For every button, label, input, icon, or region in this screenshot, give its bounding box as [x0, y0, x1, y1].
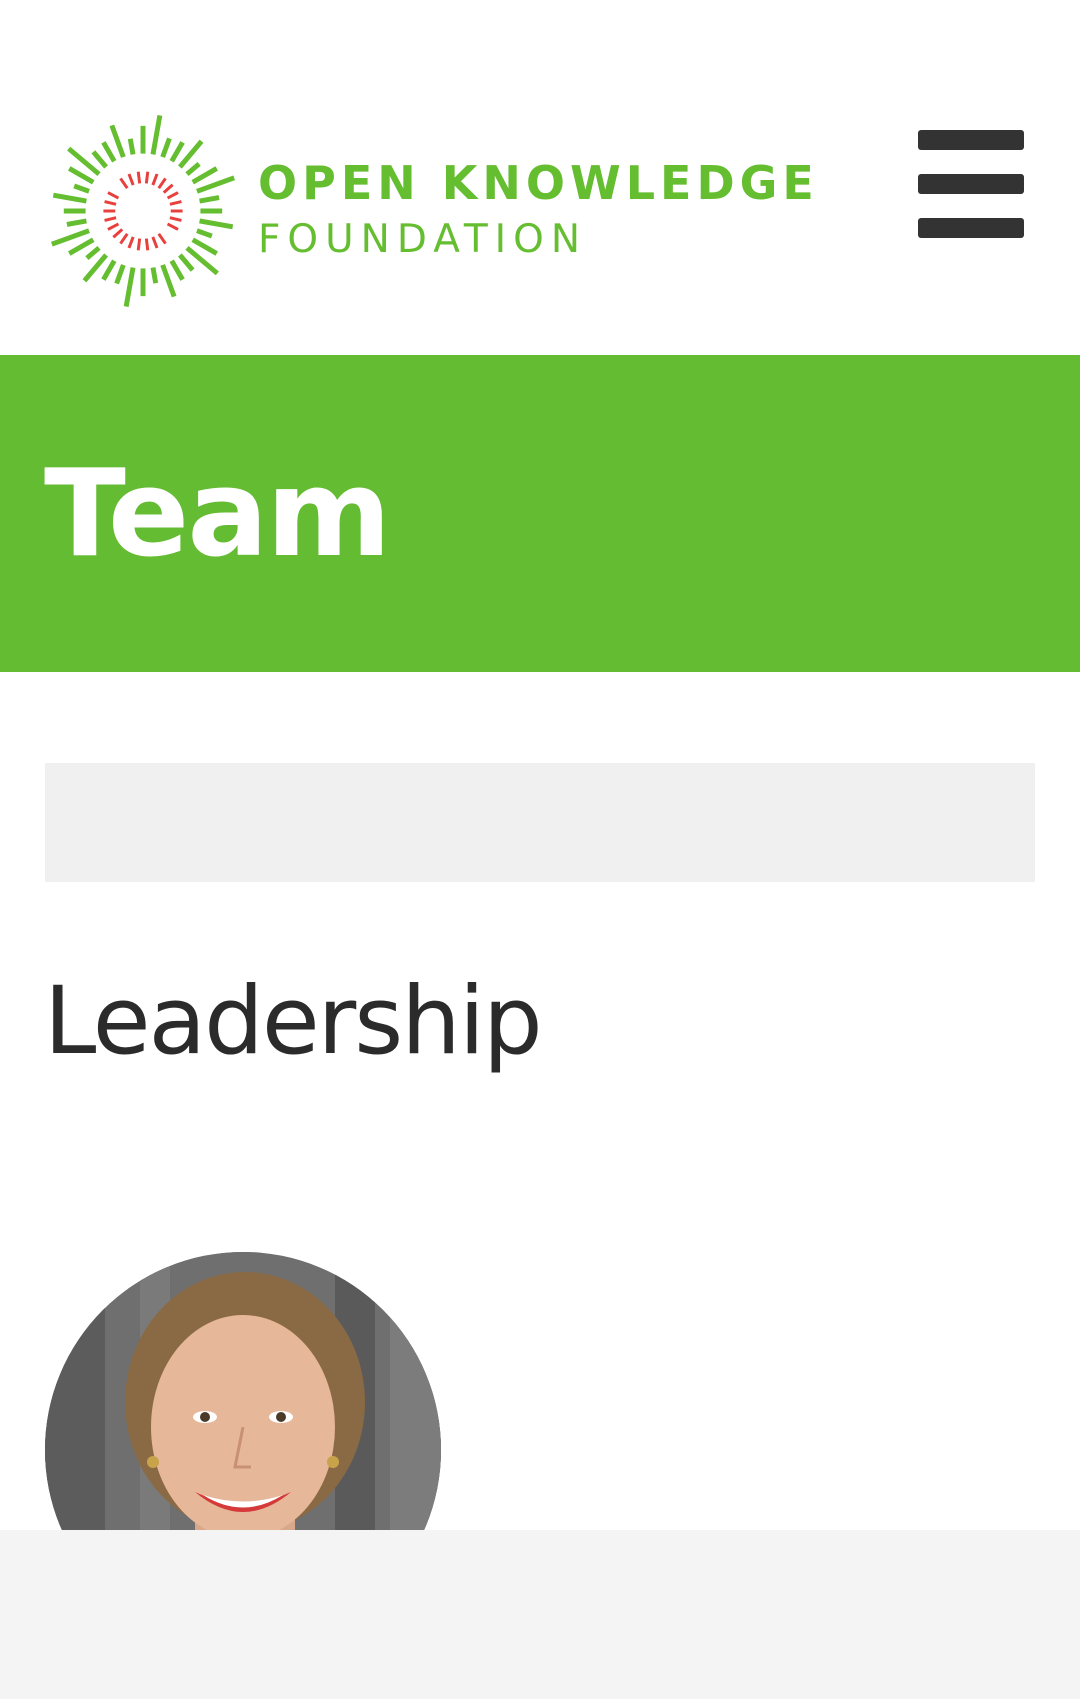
menu-bar-bottom	[918, 218, 1024, 238]
bottom-bar	[0, 1530, 1080, 1699]
page: OPEN KNOWLEDGE FOUNDATION Team Leadershi…	[0, 0, 1080, 1699]
site-logo-link[interactable]: OPEN KNOWLEDGE FOUNDATION	[44, 112, 814, 312]
site-header: OPEN KNOWLEDGE FOUNDATION	[0, 0, 1080, 355]
logo-text-open-knowledge: OPEN KNOWLEDGE	[258, 156, 819, 210]
open-knowledge-logo-icon	[50, 115, 236, 307]
logo-text-foundation: FOUNDATION	[258, 217, 588, 262]
section-heading-leadership: Leadership	[44, 967, 543, 1076]
menu-bar-middle	[918, 174, 1024, 194]
placeholder-block	[45, 763, 1035, 882]
page-title-banner: Team	[0, 355, 1080, 672]
menu-bar-top	[918, 130, 1024, 150]
hamburger-menu-button[interactable]	[918, 130, 1026, 238]
page-title: Team	[44, 445, 391, 584]
